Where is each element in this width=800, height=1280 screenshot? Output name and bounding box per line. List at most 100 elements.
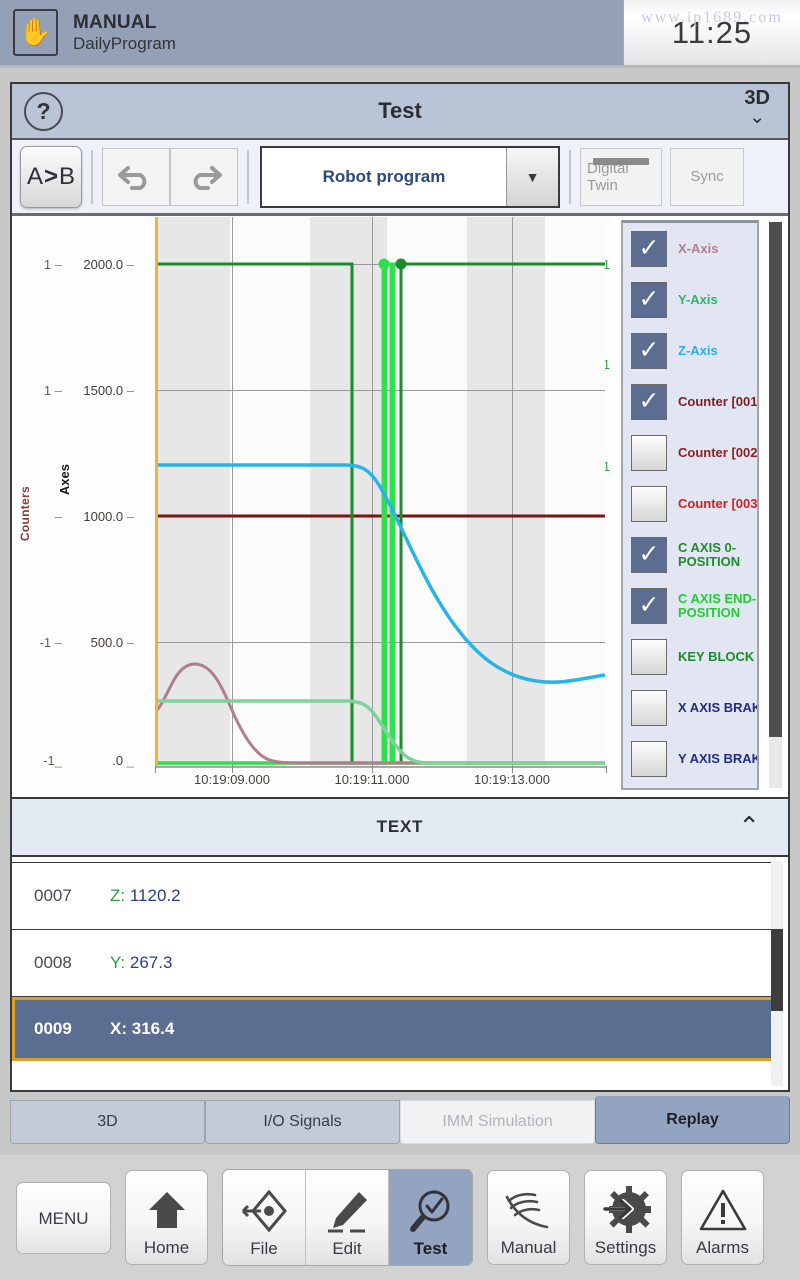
mode-button-group: File Edit Test xyxy=(222,1169,473,1266)
manual-button[interactable]: Manual xyxy=(487,1170,570,1265)
legend-item-label: Counter [003] xyxy=(678,497,759,511)
chart-marker-2 xyxy=(396,259,407,270)
chart-marker-1 xyxy=(379,259,390,270)
menu-button[interactable]: MENU xyxy=(16,1182,111,1254)
toolbar-divider-1 xyxy=(91,150,93,204)
legend-item[interactable]: ✓Z-Axis xyxy=(623,325,757,376)
legend-item[interactable]: Counter [002] xyxy=(623,427,757,478)
axes-tick-2: 1000.0 – xyxy=(70,509,134,524)
triangle-down-icon[interactable]: ▼ xyxy=(506,148,558,206)
mode-label: MANUAL xyxy=(73,12,176,33)
chevron-down-icon: ⌄ xyxy=(744,109,770,127)
counters-tick-0: 1 – xyxy=(28,257,62,272)
row-number-value: 1120.2 xyxy=(130,886,181,905)
digital-twin-label: Digital Twin xyxy=(587,160,655,194)
view-3d-label: 3D xyxy=(744,88,770,109)
alarms-label: Alarms xyxy=(696,1238,749,1258)
tab-replay[interactable]: Replay xyxy=(595,1096,790,1144)
row-value: Y: 267.3 xyxy=(110,953,172,973)
checkbox-unchecked-icon[interactable] xyxy=(631,741,667,777)
check-icon: ✓ xyxy=(639,236,660,261)
checkbox-checked-icon[interactable]: ✓ xyxy=(631,282,667,318)
text-section-header[interactable]: TEXT ⌃ xyxy=(12,799,788,857)
legend-item-label: X-Axis xyxy=(678,242,718,256)
legend-scrollbar[interactable] xyxy=(769,222,782,788)
digital-twin-button[interactable]: Digital Twin xyxy=(580,148,662,206)
mode-block: ✋ MANUAL DailyProgram xyxy=(0,0,623,65)
row-number-value: 316.4 xyxy=(132,1019,175,1038)
legend-item-label: KEY BLOCK STO xyxy=(678,650,759,664)
test-button[interactable]: Test xyxy=(389,1170,472,1265)
legend-item[interactable]: X AXIS BRAKE xyxy=(623,682,757,733)
checkbox-checked-icon[interactable]: ✓ xyxy=(631,537,667,573)
tab-3d[interactable]: 3D xyxy=(10,1100,205,1144)
magnifier-check-icon xyxy=(407,1185,455,1237)
undo-button[interactable] xyxy=(102,148,170,206)
text-list-scrollbar-thumb[interactable] xyxy=(771,929,783,1011)
row-number: 0009 xyxy=(34,1019,86,1039)
ab-label-a: A xyxy=(27,163,43,191)
program-name-label: DailyProgram xyxy=(73,34,176,53)
text-list[interactable]: 0007Z: 1120.20008Y: 267.3 0009 X: 316.4 xyxy=(12,857,788,1090)
legend-item[interactable]: Counter [003] xyxy=(623,478,757,529)
chart-plot-region[interactable]: Counters Axes In/Outs 1 – 1 – – -1 – -1_… xyxy=(12,216,613,797)
home-button[interactable]: Home xyxy=(125,1170,208,1265)
chevron-up-icon[interactable]: ⌃ xyxy=(738,819,760,835)
page-title: Test xyxy=(12,98,788,124)
check-icon: ✓ xyxy=(639,389,660,414)
legend-item[interactable]: ✓ C AXIS 0-POSITION xyxy=(623,529,757,580)
legend-scrollbar-thumb[interactable] xyxy=(769,222,782,737)
legend-item[interactable]: ✓ Counter [001] xyxy=(623,376,757,427)
home-arrow-up-icon xyxy=(143,1184,191,1236)
row-value: X: 316.4 xyxy=(110,1019,174,1039)
file-button[interactable]: File xyxy=(223,1170,306,1265)
menu-label: MENU xyxy=(38,1209,88,1229)
legend-item[interactable]: ✓Y-Axis xyxy=(623,274,757,325)
manual-mode-icon: ✋ xyxy=(13,9,58,56)
text-list-row[interactable]: 0009 X: 316.4 xyxy=(12,997,774,1061)
view-3d-toggle[interactable]: 3D ⌄ xyxy=(744,88,770,127)
text-list-scrollbar[interactable] xyxy=(771,861,783,1086)
legend-item-label: C AXIS 0-POSITION xyxy=(678,541,740,569)
legend-item[interactable]: ✓C AXIS END-POSITION xyxy=(623,580,757,631)
home-label: Home xyxy=(144,1238,189,1258)
hand-icon xyxy=(503,1184,555,1236)
program-select-value: Robot program xyxy=(262,148,506,206)
checkbox-checked-icon[interactable]: ✓ xyxy=(631,384,667,420)
checkbox-unchecked-icon[interactable] xyxy=(631,639,667,675)
axes-tick-4: .0 _ xyxy=(70,753,134,768)
checkbox-checked-icon[interactable]: ✓ xyxy=(631,588,667,624)
checkbox-checked-icon[interactable]: ✓ xyxy=(631,333,667,369)
legend-item[interactable]: KEY BLOCK STO xyxy=(623,631,757,682)
sync-button[interactable]: Sync xyxy=(670,148,744,206)
text-section-title: TEXT xyxy=(377,817,424,837)
checkbox-unchecked-icon[interactable] xyxy=(631,486,667,522)
legend-item-label: Counter [001] xyxy=(678,395,759,409)
counters-tick-1: 1 – xyxy=(28,383,62,398)
gear-arrow-icon xyxy=(601,1184,651,1236)
legend-list[interactable]: ✓X-Axis✓Y-Axis✓Z-Axis✓Counter [001]Count… xyxy=(621,220,759,790)
edit-label: Edit xyxy=(332,1239,361,1259)
redo-button[interactable] xyxy=(170,148,238,206)
check-icon: ✓ xyxy=(639,542,660,567)
x-tick-label-2: 10:19:13.000 xyxy=(474,772,550,787)
program-select[interactable]: Robot program ▼ xyxy=(260,146,560,208)
legend-item[interactable]: ✓ X-Axis xyxy=(623,223,757,274)
checkbox-checked-icon[interactable]: ✓ xyxy=(631,231,667,267)
edit-button[interactable]: Edit xyxy=(306,1170,389,1265)
settings-button[interactable]: Settings xyxy=(584,1170,667,1265)
tab-i-o-signals[interactable]: I/O Signals xyxy=(205,1100,400,1144)
check-icon: ✓ xyxy=(639,338,660,363)
pencil-icon xyxy=(323,1185,371,1237)
legend-item[interactable]: Y AXIS BRAKE xyxy=(623,733,757,784)
checkbox-unchecked-icon[interactable] xyxy=(631,690,667,726)
toolbar: A>B Robot program ▼ xyxy=(12,140,788,216)
axes-tick-3: 500.0 – xyxy=(70,635,134,650)
legend-item-label: Y AXIS BRAKE xyxy=(678,752,759,766)
axes-tick-0: 2000.0 – xyxy=(70,257,134,272)
ab-jump-button[interactable]: A>B xyxy=(20,146,82,208)
text-list-row[interactable]: 0007Z: 1120.2 xyxy=(12,863,774,930)
text-list-row[interactable]: 0008Y: 267.3 xyxy=(12,930,774,997)
checkbox-unchecked-icon[interactable] xyxy=(631,435,667,471)
alarms-button[interactable]: Alarms xyxy=(681,1170,764,1265)
